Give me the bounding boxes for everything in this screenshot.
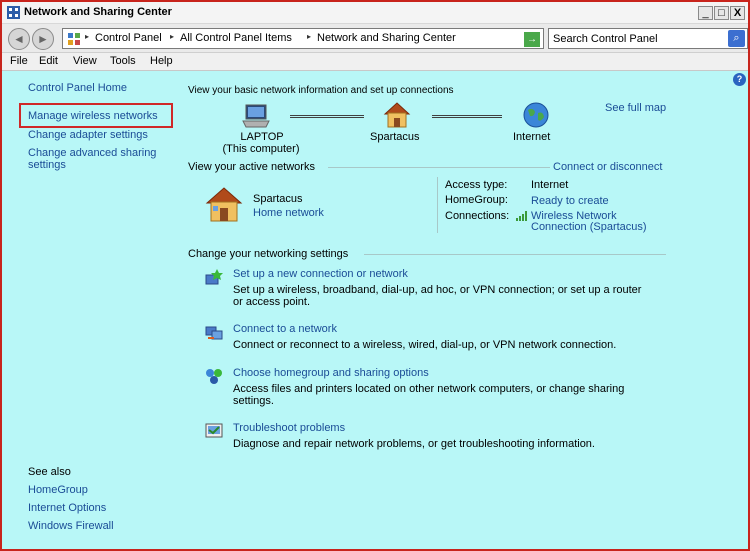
new-connection-icon (205, 269, 223, 285)
search-box[interactable]: Search Control Panel ⌕ (548, 28, 748, 49)
window-title: Network and Sharing Center (24, 6, 172, 18)
home-network-icon (383, 102, 411, 128)
task-connect-network-link[interactable]: Connect to a network (233, 323, 337, 335)
search-input[interactable]: Search Control Panel (553, 33, 658, 45)
troubleshoot-icon (205, 423, 223, 438)
change-adapter-settings-link[interactable]: Change adapter settings (28, 129, 148, 141)
task-setup-connection-link[interactable]: Set up a new connection or network (233, 268, 408, 280)
connect-network-icon (205, 326, 223, 340)
control-panel-icon (68, 33, 80, 45)
forward-button[interactable]: ► (32, 28, 54, 50)
task-description: settings. (233, 395, 274, 407)
connections-label: Connections: (445, 210, 510, 222)
minimize-button[interactable]: _ (698, 6, 713, 20)
menu-tools[interactable]: Tools (110, 55, 136, 67)
chevron-right-icon[interactable]: ▸ (85, 32, 89, 41)
active-network-name: Spartacus (253, 193, 303, 205)
section-divider (364, 254, 666, 255)
task-description: Diagnose and repair network problems, or… (233, 438, 595, 450)
title-bar: Network and Sharing Center _ □ X (2, 2, 748, 24)
search-icon[interactable]: ⌕ (728, 30, 745, 47)
menu-help[interactable]: Help (150, 55, 173, 67)
laptop-icon (242, 104, 270, 128)
maximize-button[interactable]: □ (714, 6, 729, 20)
ready-to-create-link[interactable]: Ready to create (531, 195, 609, 207)
manage-wireless-networks-link[interactable]: Manage wireless networks (28, 110, 158, 122)
menu-view[interactable]: View (73, 55, 97, 67)
chevron-right-icon[interactable]: ▸ (170, 32, 174, 41)
forward-arrow-icon: ► (37, 32, 49, 46)
homegroup-link[interactable]: HomeGroup (28, 484, 88, 496)
back-button[interactable]: ◄ (8, 28, 30, 50)
active-networks-heading: View your active networks (188, 161, 315, 173)
close-button[interactable]: X (730, 6, 745, 20)
menu-file[interactable]: File (10, 55, 28, 67)
home-network-icon (205, 187, 243, 222)
menu-bar: File Edit View Tools Help (2, 53, 748, 71)
network-center-app-icon (7, 6, 20, 19)
task-troubleshoot-link[interactable]: Troubleshoot problems (233, 422, 345, 434)
help-icon[interactable]: ? (733, 73, 746, 86)
access-type-value: Internet (531, 179, 569, 191)
connect-or-disconnect-link[interactable]: Connect or disconnect (553, 161, 662, 173)
homegroup-sharing-icon (206, 369, 222, 384)
task-homegroup-sharing-link[interactable]: Choose homegroup and sharing options (233, 367, 429, 379)
breadcrumb[interactable]: ▸ Control Panel ▸ All Control Panel Item… (62, 28, 568, 49)
control-panel-home-link[interactable]: Control Panel Home (28, 82, 127, 94)
address-bar: ◄ ► ▸ Control Panel ▸ All Control Panel … (2, 24, 748, 53)
map-connector-line (432, 115, 502, 118)
change-settings-heading: Change your networking settings (188, 248, 349, 260)
wireless-connection-link-line2[interactable]: Connection (Spartacus) (531, 221, 647, 233)
see-full-map-link[interactable]: See full map (605, 102, 666, 114)
window: Network and Sharing Center _ □ X ◄ ► ▸ C… (0, 0, 750, 551)
internet-globe-icon (523, 102, 549, 128)
content-area: ? Control Panel Home Manage wireless net… (2, 71, 748, 549)
computer-label: (This computer) (222, 143, 300, 155)
breadcrumb-network-center[interactable]: Network and Sharing Center (317, 32, 456, 44)
menu-edit[interactable]: Edit (39, 55, 58, 67)
section-divider (328, 167, 550, 168)
windows-firewall-link[interactable]: Windows Firewall (28, 520, 114, 532)
task-description: or access point. (233, 296, 311, 308)
task-description: Connect or reconnect to a wireless, wire… (233, 339, 617, 351)
homegroup-label: HomeGroup: (445, 194, 508, 206)
refresh-button[interactable]: → (524, 32, 540, 47)
vertical-divider (437, 177, 438, 233)
internet-options-link[interactable]: Internet Options (28, 502, 106, 514)
chevron-right-icon[interactable]: ▸ (307, 32, 311, 41)
map-connector-line (290, 115, 364, 118)
breadcrumb-control-panel[interactable]: Control Panel (95, 32, 162, 44)
breadcrumb-all-items[interactable]: All Control Panel Items (180, 32, 292, 44)
task-description: Set up a wireless, broadband, dial-up, a… (233, 284, 642, 296)
access-type-label: Access type: (445, 179, 508, 191)
signal-strength-icon (516, 211, 527, 221)
task-description: Access files and printers located on oth… (233, 383, 625, 395)
change-advanced-sharing-link[interactable]: Change advanced sharing settings (28, 147, 168, 171)
computer-name: LAPTOP (240, 131, 284, 143)
page-heading: View your basic network information and … (188, 85, 454, 96)
see-also-heading: See also (28, 466, 71, 478)
internet-label: Internet (513, 131, 551, 143)
back-arrow-icon: ◄ (13, 32, 25, 46)
network-type-link[interactable]: Home network (253, 207, 324, 219)
network-map-name: Spartacus (370, 131, 420, 143)
